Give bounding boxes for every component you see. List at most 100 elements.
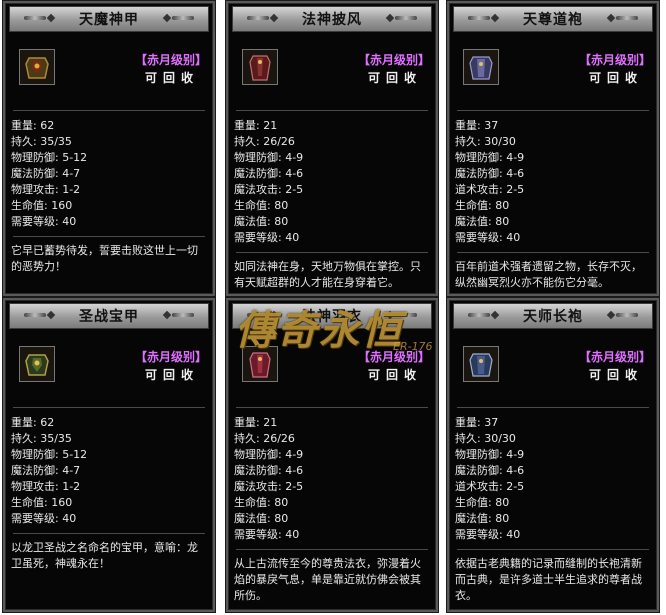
master-robe-icon [463,346,499,382]
stat-line: 魔法值: 80 [234,512,289,525]
stat-line: 魔法攻击: 2-5 [234,183,304,196]
card-header: 法神羽衣 [232,303,432,329]
stat-line: 物理防御: 4-9 [234,151,304,164]
item-stats: 重量: 37 持久: 30/30 物理防御: 4-9 魔法防御: 4-6 道术攻… [455,415,524,543]
stat-line: 重量: 62 [11,119,55,132]
header-ornament [172,16,194,20]
recyclable-label: 可回收 [589,71,644,85]
stat-line: 重量: 37 [455,119,499,132]
stat-line: 魔法防御: 4-7 [11,167,81,180]
stat-line: 需要等级: 40 [455,231,521,244]
header-ornament [395,313,417,317]
taoist-robe-icon [463,49,499,85]
stat-line: 魔法防御: 4-6 [234,167,304,180]
stat-line: 物理攻击: 1-2 [11,480,81,493]
stat-line: 魔法防御: 4-6 [455,167,525,180]
stat-line: 需要等级: 40 [11,215,77,228]
header-ornament [606,13,616,23]
item-tooltip-card: 天师长袍 【赤月级别】 可回收 重量: 37 持久: 30/30 物理防御: 4… [446,297,660,613]
item-tooltip-card: 圣战宝甲 【赤月级别】 可回收 重量: 62 持久: 35/35 物理防御: 5… [2,297,216,613]
feather-robe-icon [242,346,278,382]
header-ornament [46,310,56,320]
recyclable-label: 可回收 [368,71,423,85]
item-title: 天魔神甲 [79,12,139,28]
item-stats: 重量: 62 持久: 35/35 物理防御: 5-12 魔法防御: 4-7 物理… [11,415,87,527]
item-tooltip-card: 法神羽衣 【赤月级别】 可回收 重量: 21 持久: 26/26 物理防御: 4… [225,297,439,613]
item-tooltip-card: 天尊道袍 【赤月级别】 可回收 重量: 37 持久: 30/30 物理防御: 4… [446,0,660,297]
stat-line: 需要等级: 40 [11,512,77,525]
stat-line: 物理防御: 4-9 [455,448,525,461]
stat-line: 物理防御: 4-9 [234,448,304,461]
stat-line: 魔法值: 80 [455,215,510,228]
item-grade: 【赤月级别】 [358,350,431,364]
stat-line: 生命值: 80 [455,496,510,509]
divider [236,407,428,408]
item-stats: 重量: 37 持久: 30/30 物理防御: 4-9 魔法防御: 4-6 道术攻… [455,118,524,246]
stat-line: 生命值: 160 [11,199,73,212]
header-ornament [162,310,172,320]
item-description: 从上古流传至今的尊贵法衣，弥漫着火焰的暴戾气息，单是靠近就仿佛会被其所伤。 [234,557,421,602]
item-title: 法神羽衣 [302,309,362,325]
divider [457,110,649,111]
mage-robe-icon [242,49,278,85]
item-grade: 【赤月级别】 [358,53,431,67]
stat-line: 魔法防御: 4-6 [234,464,304,477]
item-grade: 【赤月级别】 [579,350,652,364]
header-ornament [269,13,279,23]
divider [13,407,205,408]
header-ornament [616,313,638,317]
item-title: 天尊道袍 [523,12,583,28]
stat-line: 魔法值: 80 [234,215,289,228]
item-stats: 重量: 21 持久: 26/26 物理防御: 4-9 魔法防御: 4-6 魔法攻… [234,415,303,543]
item-grade: 【赤月级别】 [579,53,652,67]
stat-line: 物理攻击: 1-2 [11,183,81,196]
header-ornament [385,13,395,23]
header-ornament [395,16,417,20]
item-description: 如同法神在身，天地万物俱在掌控。只有天赋超群的人才能在身穿着它。 [234,260,421,289]
stat-line: 生命值: 80 [234,496,289,509]
stat-line: 重量: 21 [234,119,278,132]
header-ornament [490,310,500,320]
header-ornament [172,313,194,317]
header-ornament [468,16,490,20]
header-ornament [24,16,46,20]
recyclable-label: 可回收 [368,368,423,382]
card-header: 圣战宝甲 [9,303,209,329]
item-description: 以龙卫圣战之名命名的宝甲，意喻：龙卫虽死，神魂永在！ [11,541,198,570]
stat-line: 持久: 26/26 [234,432,295,445]
item-grade: 【赤月级别】 [135,53,208,67]
stat-line: 生命值: 80 [234,199,289,212]
stat-line: 魔法防御: 4-6 [455,464,525,477]
header-ornament [269,310,279,320]
item-tooltip-card: 天魔神甲 【赤月级别】 可回收 重量: 62 持久: 35/35 物理防御: 5… [2,0,216,297]
item-description: 依据古老典籍的记录而缝制的长袍清新而古典，是许多道士半生追求的尊者战衣。 [455,557,642,602]
stat-line: 物理防御: 4-9 [455,151,525,164]
stat-line: 持久: 35/35 [11,432,72,445]
stat-line: 重量: 62 [11,416,55,429]
card-header: 天魔神甲 [9,6,209,32]
stat-line: 需要等级: 40 [234,528,300,541]
stat-line: 持久: 26/26 [234,135,295,148]
recyclable-label: 可回收 [145,71,200,85]
divider [457,407,649,408]
divider [13,533,205,534]
header-ornament [247,313,269,317]
card-header: 天师长袍 [453,303,653,329]
holy-armor-icon [19,346,55,382]
recyclable-label: 可回收 [589,368,644,382]
item-description: 它早已蓄势待发，誓要击败这世上一切的恶势力！ [11,244,198,273]
stat-line: 生命值: 80 [455,199,510,212]
divider [236,252,428,253]
dark-armor-icon [19,49,55,85]
item-grade: 【赤月级别】 [135,350,208,364]
item-stats: 重量: 62 持久: 35/35 物理防御: 5-12 魔法防御: 4-7 物理… [11,118,87,230]
stat-line: 持久: 30/30 [455,135,516,148]
item-tooltip-card: 法神披风 【赤月级别】 可回收 重量: 21 持久: 26/26 物理防御: 4… [225,0,439,297]
header-ornament [24,313,46,317]
header-ornament [162,13,172,23]
header-ornament [247,16,269,20]
header-ornament [490,13,500,23]
header-ornament [46,13,56,23]
stat-line: 魔法值: 80 [455,512,510,525]
item-description: 百年前道术强者遗留之物，长存不灭，纵然幽冥烈火亦不能伤它分毫。 [455,260,642,289]
